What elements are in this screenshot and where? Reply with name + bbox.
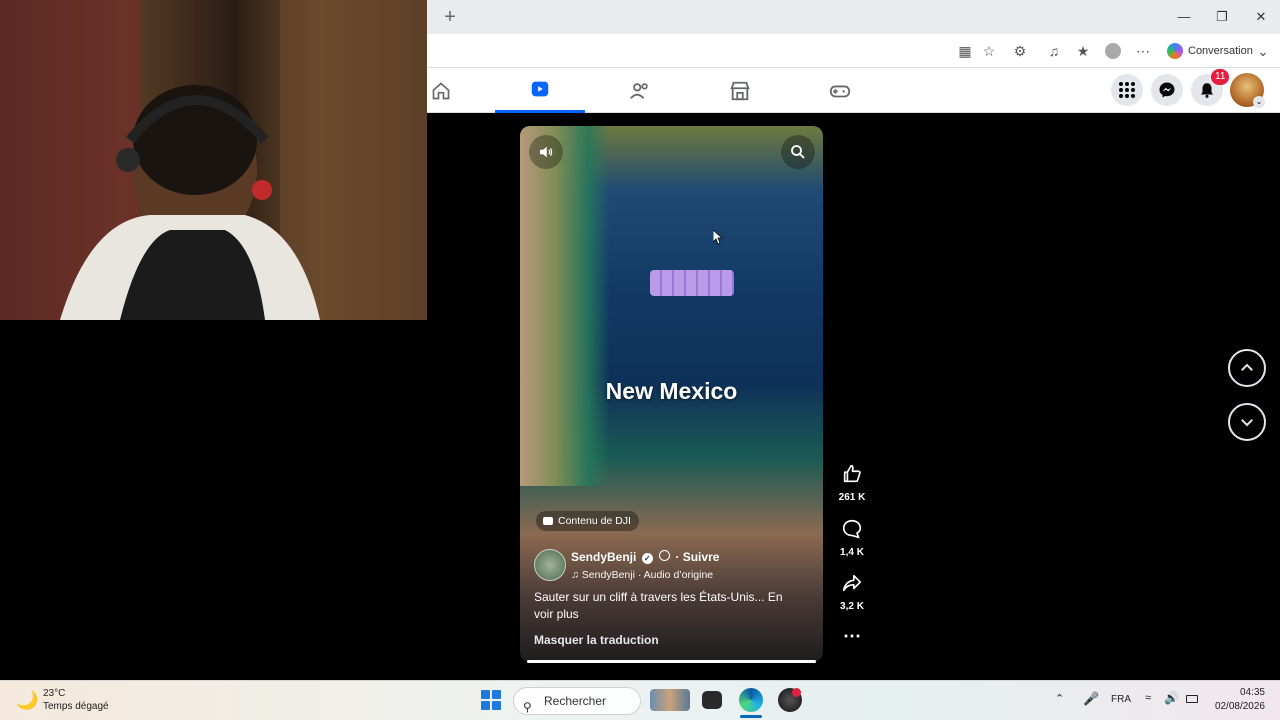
comment-button[interactable]: 1,4 K bbox=[835, 518, 869, 558]
restore-icon[interactable]: ❐ bbox=[1210, 6, 1234, 28]
next-reel-button[interactable] bbox=[1228, 403, 1266, 441]
share-button[interactable]: 3,2 K bbox=[835, 572, 869, 612]
content-label-text: Contenu de DJI bbox=[558, 515, 631, 527]
chevron-down-icon bbox=[1241, 419, 1253, 427]
active-app-indicator bbox=[740, 715, 762, 718]
app-available-icon[interactable]: ▦ bbox=[954, 40, 976, 62]
gaming-icon bbox=[829, 85, 851, 97]
author-name[interactable]: SendyBenji bbox=[571, 550, 636, 564]
thumbs-up-icon bbox=[843, 464, 861, 483]
favorites-icon[interactable]: ★ bbox=[1072, 40, 1094, 62]
volume-icon bbox=[540, 146, 553, 158]
app-notification-dot bbox=[792, 688, 801, 697]
copilot-dropdown-icon[interactable]: ⌄ bbox=[1256, 40, 1270, 62]
mouse-cursor-icon bbox=[713, 230, 723, 245]
like-button[interactable]: 261 K bbox=[835, 463, 869, 503]
content-label-chip[interactable]: Contenu de DJI bbox=[536, 511, 639, 531]
more-actions-icon[interactable]: ⋯ bbox=[835, 626, 869, 646]
taskbar-search-label: Rechercher bbox=[544, 694, 607, 708]
audio-line[interactable]: ♫ SendyBenji · Audio d’origine bbox=[571, 569, 713, 581]
webcam-person-image bbox=[0, 0, 427, 320]
verified-badge-icon: ✓ bbox=[641, 553, 653, 564]
start-button[interactable] bbox=[481, 690, 501, 710]
battery-icon[interactable] bbox=[1186, 695, 1198, 703]
comment-icon bbox=[842, 519, 862, 539]
close-icon[interactable]: ✕ bbox=[1249, 6, 1273, 28]
media-control-icon[interactable]: ♫ bbox=[1043, 40, 1065, 62]
search-highlight-image[interactable] bbox=[650, 689, 690, 711]
new-tab-button[interactable]: + bbox=[440, 6, 460, 28]
copilot-label: Conversation bbox=[1188, 45, 1253, 57]
search-icon bbox=[791, 145, 805, 159]
video-scenery bbox=[520, 126, 610, 486]
speaker-icon[interactable]: 🔊 bbox=[1164, 691, 1179, 705]
tab-home[interactable] bbox=[427, 68, 455, 113]
messenger-icon bbox=[1159, 82, 1175, 98]
favorite-star-icon[interactable]: ☆ bbox=[978, 40, 1000, 62]
weather-description[interactable]: Temps dégagé bbox=[43, 701, 109, 712]
music-note-icon: ♫ bbox=[571, 569, 579, 581]
clock-date[interactable]: 02/08/2026 bbox=[1213, 701, 1265, 712]
edge-browser-icon[interactable] bbox=[739, 688, 763, 712]
tray-expand-icon[interactable]: ⌃ bbox=[1055, 692, 1064, 705]
copilot-button[interactable]: Conversation bbox=[1164, 40, 1270, 62]
account-chevron-icon[interactable]: ⌄ bbox=[1253, 96, 1265, 108]
reel-caption[interactable]: Sauter sur un cliff à travers les États-… bbox=[534, 589, 804, 623]
weather-temperature[interactable]: 23°C bbox=[43, 688, 65, 699]
chevron-up-icon bbox=[1241, 363, 1253, 371]
reels-icon bbox=[531, 81, 549, 97]
video-raft-image bbox=[650, 270, 734, 296]
marketplace-icon bbox=[730, 81, 750, 100]
messenger-button[interactable] bbox=[1151, 74, 1183, 106]
clock-time[interactable]: 04:35 bbox=[1213, 687, 1265, 698]
webcam-overlay bbox=[0, 0, 427, 320]
friends-icon bbox=[630, 82, 648, 99]
grid-menu-icon bbox=[1119, 82, 1135, 98]
minimize-icon[interactable]: — bbox=[1172, 6, 1196, 28]
like-count: 261 K bbox=[838, 492, 866, 503]
comment-count: 1,4 K bbox=[840, 547, 864, 558]
home-icon bbox=[432, 81, 450, 99]
search-button[interactable] bbox=[781, 135, 815, 169]
share-count: 3,2 K bbox=[840, 601, 864, 612]
extensions-icon[interactable]: ⚙ bbox=[1009, 40, 1031, 62]
public-globe-icon bbox=[659, 550, 671, 561]
moon-weather-icon[interactable]: 🌙 bbox=[16, 690, 38, 711]
more-options-icon[interactable]: ⋯ bbox=[1132, 40, 1154, 62]
tab-marketplace[interactable] bbox=[695, 68, 785, 113]
bell-icon bbox=[1201, 83, 1213, 98]
menu-button[interactable] bbox=[1111, 74, 1143, 106]
tab-gaming[interactable] bbox=[795, 68, 885, 113]
author-line: SendyBenji ✓ · Suivre bbox=[571, 550, 719, 564]
tab-friends[interactable] bbox=[595, 68, 685, 113]
share-icon bbox=[842, 574, 862, 592]
hide-translation-link[interactable]: Masquer la traduction bbox=[534, 633, 659, 647]
wifi-icon[interactable]: ≈ bbox=[1145, 692, 1151, 704]
mute-button[interactable] bbox=[529, 135, 563, 169]
taskbar-search[interactable]: ⚲ Rechercher bbox=[513, 687, 641, 715]
search-icon: ⚲ bbox=[523, 700, 532, 714]
author-avatar[interactable] bbox=[534, 549, 566, 581]
tab-reels[interactable] bbox=[495, 68, 585, 113]
follow-link[interactable]: · Suivre bbox=[675, 550, 719, 564]
video-progress-fill bbox=[527, 660, 816, 663]
notification-badge: 11 bbox=[1211, 69, 1230, 85]
previous-reel-button[interactable] bbox=[1228, 349, 1266, 387]
browser-tab-bar bbox=[427, 0, 1280, 34]
video-overlay-text: New Mexico bbox=[605, 378, 738, 404]
language-indicator[interactable]: FRA bbox=[1111, 694, 1131, 705]
task-view-icon[interactable] bbox=[702, 691, 722, 709]
copilot-icon bbox=[1167, 43, 1183, 59]
audio-label: SendyBenji · Audio d’origine bbox=[581, 569, 714, 581]
windows-logo-icon bbox=[481, 690, 490, 699]
profile-icon[interactable] bbox=[1102, 40, 1124, 62]
microphone-icon[interactable]: 🎤 bbox=[1083, 691, 1099, 707]
brand-content-icon bbox=[543, 517, 553, 525]
